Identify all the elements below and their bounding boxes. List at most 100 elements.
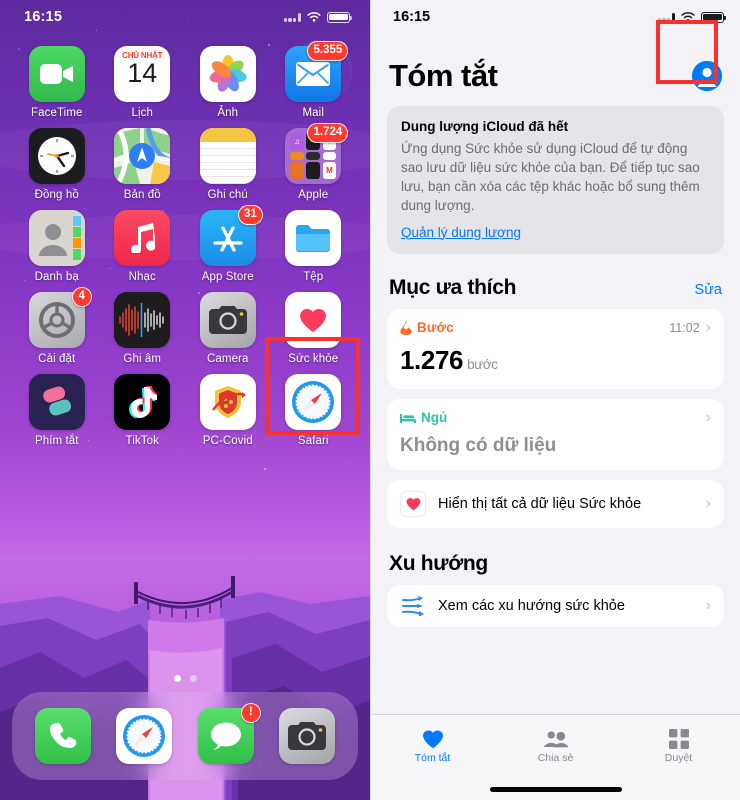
dock-item-messages[interactable]: ! bbox=[197, 703, 261, 764]
home-status-bar: 16:15 bbox=[0, 0, 370, 34]
status-time: 16:15 bbox=[24, 9, 63, 25]
edit-favorites-button[interactable]: Sửa bbox=[695, 282, 722, 298]
camera-icon bbox=[208, 306, 247, 334]
facetime-icon bbox=[39, 64, 73, 84]
app-icon-photos[interactable]: Ảnh bbox=[185, 46, 271, 119]
dock-item-phone[interactable] bbox=[34, 708, 91, 764]
app-label: FaceTime bbox=[31, 107, 83, 119]
page-dot-active[interactable] bbox=[173, 675, 181, 682]
app-icon-music[interactable]: Nhạc bbox=[100, 210, 186, 283]
app-label: Cài đặt bbox=[38, 353, 76, 365]
page-dots[interactable] bbox=[0, 675, 370, 682]
dock: ! bbox=[12, 692, 358, 780]
app-label: Phím tắt bbox=[34, 435, 79, 447]
shortcuts-icon bbox=[42, 386, 71, 416]
clock-icon bbox=[37, 137, 76, 175]
app-icon-folder-apple[interactable]: ♫ tv ▼ M 1.724 Apple bbox=[271, 123, 357, 201]
metric-card-sleep[interactable]: Ngủ › Không có dữ liệu bbox=[387, 398, 724, 470]
chevron-right-icon: › bbox=[705, 318, 711, 336]
camera-icon bbox=[288, 722, 327, 750]
trends-arrows-icon bbox=[400, 595, 426, 616]
dock-item-camera[interactable] bbox=[279, 708, 336, 764]
app-icon-files[interactable]: Tệp bbox=[271, 210, 357, 283]
app-icon-facetime[interactable]: FaceTime bbox=[14, 46, 100, 119]
app-label: TikTok bbox=[125, 435, 159, 447]
messages-icon bbox=[210, 722, 241, 750]
page-dot[interactable] bbox=[189, 675, 197, 682]
section-title: Mục ưa thích bbox=[389, 275, 517, 299]
app-icon-safari[interactable]: Safari bbox=[271, 374, 357, 447]
badge-count: 4 bbox=[71, 287, 92, 307]
phone-icon bbox=[49, 722, 77, 748]
voice-memos-icon bbox=[119, 303, 164, 337]
chevron-right-icon: › bbox=[705, 596, 711, 614]
manage-storage-link[interactable]: Quản lý dung lượng bbox=[401, 225, 710, 240]
notes-header bbox=[199, 128, 256, 142]
app-label: Sức khỏe bbox=[288, 353, 339, 365]
favorites-section-header: Mục ưa thích Sửa bbox=[387, 276, 724, 309]
app-icon-settings[interactable]: 4 Cài đặt bbox=[14, 287, 100, 365]
metric-time: 11:02 bbox=[669, 320, 700, 335]
app-icon-contacts[interactable]: Danh bạ bbox=[14, 210, 100, 283]
metric-name: Bước bbox=[417, 320, 454, 336]
tab-label: Chia sẻ bbox=[537, 752, 574, 764]
metric-card-steps[interactable]: Bước 11:02 › 1.276 bước bbox=[387, 308, 724, 389]
app-icon-camera[interactable]: Camera bbox=[185, 292, 271, 365]
safari-compass-icon bbox=[123, 715, 166, 757]
music-icon bbox=[131, 223, 156, 253]
icloud-storage-notice[interactable]: Dung lượng iCloud đã hết Ứng dụng Sức kh… bbox=[387, 106, 724, 254]
health-app-screen: 16:15 Tóm tắt Dung lượng iCloud đã hết Ứ… bbox=[370, 0, 740, 800]
app-icon-shortcuts[interactable]: Phím tắt bbox=[14, 374, 100, 447]
app-icon-voice-memos[interactable]: Ghi âm bbox=[100, 292, 186, 365]
app-icon-health[interactable]: Sức khỏe bbox=[271, 292, 357, 365]
pccovid-shield-icon bbox=[211, 386, 246, 418]
tiktok-icon bbox=[129, 386, 158, 418]
app-icon-mail[interactable]: 5.355 Mail bbox=[271, 41, 357, 119]
app-icon-tiktok[interactable]: TikTok bbox=[100, 374, 186, 447]
tab-browse[interactable]: Duyệt bbox=[617, 729, 740, 764]
app-label: Apple bbox=[298, 189, 329, 201]
app-label: PC-Covid bbox=[202, 435, 253, 447]
maps-icon bbox=[114, 128, 171, 184]
app-icon-maps[interactable]: Bản đồ bbox=[100, 128, 186, 201]
app-icon-appstore[interactable]: 31 App Store bbox=[185, 205, 271, 283]
tab-summary[interactable]: Tóm tắt bbox=[371, 729, 494, 764]
bed-icon bbox=[400, 413, 416, 423]
people-icon bbox=[543, 731, 568, 748]
app-icon-pccovid[interactable]: PC-Covid bbox=[185, 374, 271, 447]
account-circle-icon[interactable] bbox=[692, 61, 722, 91]
settings-gear-icon bbox=[38, 302, 75, 338]
dock-item-safari[interactable] bbox=[116, 708, 173, 764]
app-label: Danh bạ bbox=[34, 271, 79, 283]
tab-sharing[interactable]: Chia sẻ bbox=[494, 729, 617, 764]
show-all-health-data-row[interactable]: Hiển thị tất cả dữ liệu Sức khỏe › bbox=[387, 479, 724, 528]
app-label: Bản đồ bbox=[123, 189, 161, 201]
metric-name: Ngủ bbox=[421, 410, 448, 426]
wifi-icon bbox=[681, 12, 695, 22]
health-header: Tóm tắt bbox=[387, 34, 724, 106]
grid-squares-icon bbox=[668, 729, 689, 749]
tab-label: Duyệt bbox=[664, 752, 693, 764]
app-label: App Store bbox=[201, 271, 254, 283]
heart-icon bbox=[422, 730, 443, 749]
badge-count: 5.355 bbox=[307, 41, 349, 61]
wifi-icon bbox=[307, 12, 321, 22]
app-icon-calendar[interactable]: CHỦ NHẬT 14 Lịch bbox=[100, 46, 186, 119]
app-label: Đồng hồ bbox=[34, 189, 79, 201]
files-icon bbox=[296, 225, 331, 252]
notes-lines bbox=[199, 142, 256, 184]
view-health-trends-row[interactable]: Xem các xu hướng sức khỏe › bbox=[387, 584, 724, 627]
app-icon-clock[interactable]: Đồng hồ bbox=[14, 128, 100, 201]
safari-compass-icon bbox=[292, 381, 335, 423]
health-status-bar: 16:15 bbox=[371, 0, 740, 34]
chevron-right-icon: › bbox=[705, 494, 711, 512]
appstore-icon bbox=[213, 226, 243, 252]
metric-unit: bước bbox=[467, 356, 498, 372]
app-icon-notes[interactable]: Ghi chú bbox=[185, 128, 271, 201]
app-label: Safari bbox=[297, 435, 329, 447]
badge-alert: ! bbox=[240, 703, 261, 723]
metric-value-row: 1.276 bước bbox=[400, 345, 711, 376]
app-label: Mail bbox=[302, 107, 324, 119]
health-heart-icon bbox=[400, 490, 426, 517]
row-label: Hiển thị tất cả dữ liệu Sức khỏe bbox=[438, 495, 642, 512]
